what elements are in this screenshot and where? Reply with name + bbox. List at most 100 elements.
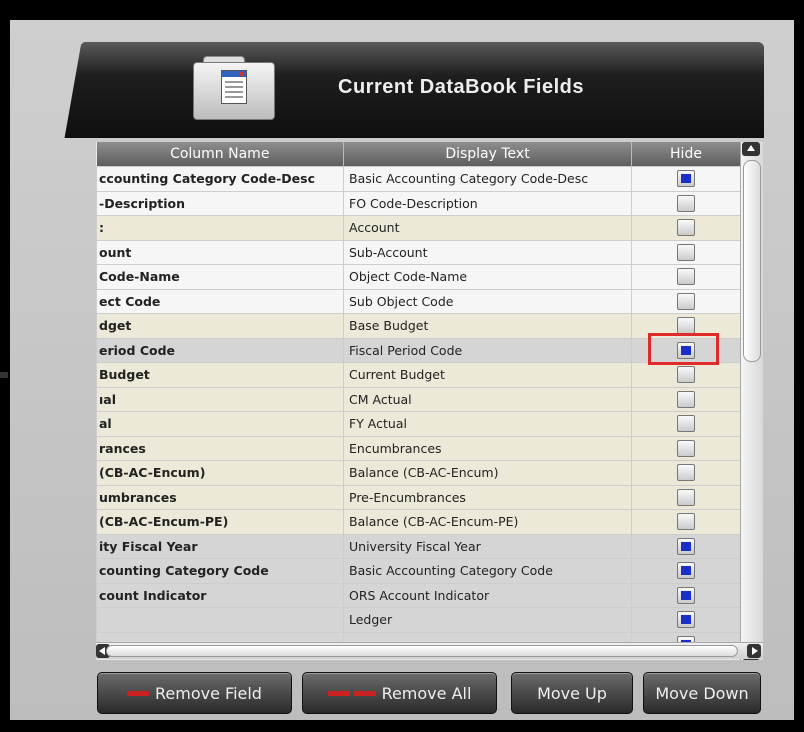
hide-checkbox[interactable] xyxy=(677,243,695,261)
table-row[interactable]: counting Category Code Basic Accounting C… xyxy=(96,558,741,584)
column-name-cell[interactable]: counting Category Code xyxy=(96,558,344,584)
table-row[interactable]: ity Fiscal Year University Fiscal Year xyxy=(96,533,741,559)
horizontal-scroll-thumb[interactable] xyxy=(106,645,738,657)
table-row[interactable]: Ledger xyxy=(96,607,741,633)
table-row[interactable]: count Indicator ORS Account Indicator xyxy=(96,582,741,608)
column-name-cell[interactable]: ıal xyxy=(96,386,344,412)
table-row[interactable]: ıal CM Actual xyxy=(96,386,741,412)
column-name-cell[interactable]: rances xyxy=(96,435,344,461)
display-text-cell[interactable]: Base Budget xyxy=(343,313,632,339)
table-row[interactable]: Budget Current Budget xyxy=(96,362,741,388)
display-text-cell[interactable]: CM Actual xyxy=(343,386,632,412)
table-header-row: Column Name Display Text Hide xyxy=(96,142,741,167)
hide-checkbox[interactable] xyxy=(677,488,695,506)
column-name-cell[interactable]: ount xyxy=(96,239,344,265)
hide-checkbox[interactable] xyxy=(677,390,695,408)
table-row[interactable]: dget Base Budget xyxy=(96,313,741,339)
hide-checkbox[interactable] xyxy=(677,415,695,433)
hide-checkbox[interactable] xyxy=(677,366,695,384)
hide-checkbox[interactable] xyxy=(677,586,695,604)
display-text-cell[interactable]: Pre-Encumbrances xyxy=(343,484,632,510)
display-text-cell[interactable]: Fiscal Period Code xyxy=(343,337,632,363)
hide-cell xyxy=(631,362,741,388)
column-name-cell[interactable]: (CB-AC-Encum) xyxy=(96,460,344,486)
horizontal-scrollbar[interactable] xyxy=(96,642,763,659)
move-up-button[interactable]: Move Up xyxy=(511,672,633,714)
display-text-cell[interactable]: Sub-Account xyxy=(343,239,632,265)
table-row[interactable]: -Description FO Code-Description xyxy=(96,190,741,216)
hide-checkbox[interactable] xyxy=(677,611,695,629)
hide-checkbox[interactable] xyxy=(677,170,695,188)
display-text-cell[interactable]: Balance (CB-AC-Encum-PE) xyxy=(343,509,632,535)
hide-cell xyxy=(631,558,741,584)
scroll-right-icon[interactable] xyxy=(747,644,761,658)
hide-checkbox[interactable] xyxy=(677,562,695,580)
display-text-cell[interactable]: Balance (CB-AC-Encum) xyxy=(343,460,632,486)
column-name-cell[interactable] xyxy=(96,607,344,633)
column-name-cell[interactable]: -Description xyxy=(96,190,344,216)
hide-checkbox[interactable] xyxy=(677,464,695,482)
hide-checkbox[interactable] xyxy=(677,317,695,335)
hide-cell xyxy=(631,190,741,216)
remove-all-button[interactable]: Remove All xyxy=(302,672,497,714)
column-header-name[interactable]: Column Name xyxy=(96,142,344,167)
vertical-scroll-thumb[interactable] xyxy=(743,160,761,362)
hide-checkbox[interactable] xyxy=(677,292,695,310)
column-header-display[interactable]: Display Text xyxy=(343,142,632,167)
column-name-cell[interactable]: Code-Name xyxy=(96,264,344,290)
display-text-cell[interactable]: FY Actual xyxy=(343,411,632,437)
hide-checkbox[interactable] xyxy=(677,513,695,531)
display-text-cell[interactable]: Sub Object Code xyxy=(343,288,632,314)
column-name-cell[interactable]: dget xyxy=(96,313,344,339)
display-text-cell[interactable]: FO Code-Description xyxy=(343,190,632,216)
column-name-cell[interactable]: : xyxy=(96,215,344,241)
table-row[interactable]: umbrances Pre-Encumbrances xyxy=(96,484,741,510)
display-text-cell[interactable]: Basic Accounting Category Code xyxy=(343,558,632,584)
table-row[interactable]: Code-Name Object Code-Name xyxy=(96,264,741,290)
display-text-cell[interactable]: University Fiscal Year xyxy=(343,533,632,559)
table-row[interactable]: eriod Code Fiscal Period Code xyxy=(96,337,741,363)
display-text-cell[interactable]: Encumbrances xyxy=(343,435,632,461)
display-text-cell[interactable]: Account xyxy=(343,215,632,241)
minus-icon xyxy=(327,690,350,696)
vertical-scrollbar[interactable] xyxy=(740,142,763,660)
display-text-cell[interactable]: Ledger xyxy=(343,607,632,633)
hide-checkbox[interactable] xyxy=(677,219,695,237)
column-name-cell[interactable]: Budget xyxy=(96,362,344,388)
column-name-cell[interactable]: count Indicator xyxy=(96,582,344,608)
column-name-cell[interactable]: al xyxy=(96,411,344,437)
move-down-button[interactable]: Move Down xyxy=(643,672,761,714)
hide-checkbox[interactable] xyxy=(677,439,695,457)
table-row[interactable]: ount Sub-Account xyxy=(96,239,741,265)
column-name-cell[interactable]: ccounting Category Code-Desc xyxy=(96,166,344,192)
hide-checkbox[interactable] xyxy=(677,268,695,286)
table-row[interactable]: : Account xyxy=(96,215,741,241)
table-row[interactable]: (CB-AC-Encum) Balance (CB-AC-Encum) xyxy=(96,460,741,486)
hide-cell xyxy=(631,264,741,290)
column-name-cell[interactable]: ect Code xyxy=(96,288,344,314)
edge-marker xyxy=(0,372,8,378)
column-header-hide[interactable]: Hide xyxy=(631,142,741,167)
scroll-up-icon[interactable] xyxy=(742,142,760,156)
hide-cell xyxy=(631,215,741,241)
display-text-cell[interactable]: Basic Accounting Category Code-Desc xyxy=(343,166,632,192)
table-row[interactable]: rances Encumbrances xyxy=(96,435,741,461)
table-row[interactable]: ccounting Category Code-Desc Basic Accoun… xyxy=(96,166,741,192)
display-text-cell[interactable]: Object Code-Name xyxy=(343,264,632,290)
remove-field-button[interactable]: Remove Field xyxy=(97,672,292,714)
display-text-cell[interactable]: ORS Account Indicator xyxy=(343,582,632,608)
hide-cell xyxy=(631,166,741,192)
column-name-cell[interactable]: (CB-AC-Encum-PE) xyxy=(96,509,344,535)
hide-cell xyxy=(631,411,741,437)
column-name-cell[interactable]: ity Fiscal Year xyxy=(96,533,344,559)
table-row[interactable]: ect Code Sub Object Code xyxy=(96,288,741,314)
table-row[interactable]: al FY Actual xyxy=(96,411,741,437)
hide-checkbox[interactable] xyxy=(677,537,695,555)
table-row[interactable]: (CB-AC-Encum-PE) Balance (CB-AC-Encum-PE) xyxy=(96,509,741,535)
hide-cell xyxy=(631,582,741,608)
column-name-cell[interactable]: umbrances xyxy=(96,484,344,510)
hide-checkbox[interactable] xyxy=(677,194,695,212)
column-name-cell[interactable]: eriod Code xyxy=(96,337,344,363)
display-text-cell[interactable]: Current Budget xyxy=(343,362,632,388)
minus-icon xyxy=(353,690,376,696)
